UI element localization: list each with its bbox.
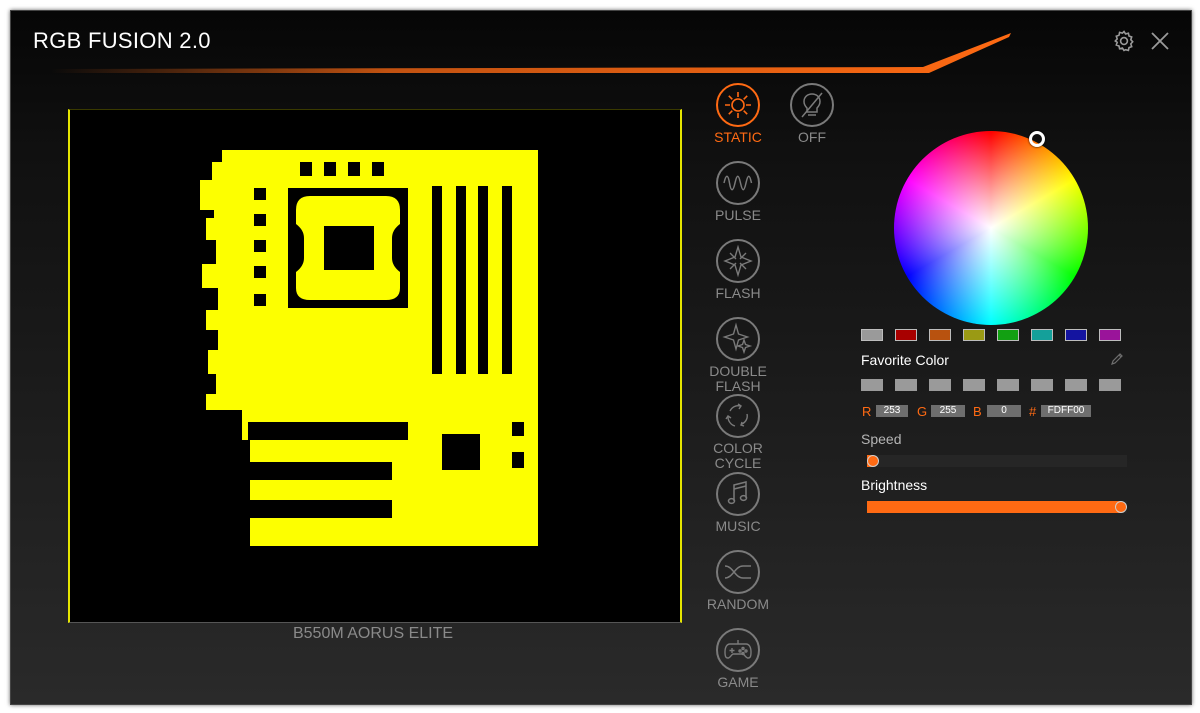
favorite-slot[interactable] [929, 379, 951, 391]
gamepad-icon [724, 640, 752, 659]
red-value-field[interactable]: 253 [876, 405, 908, 417]
mode-off[interactable]: OFF [767, 83, 857, 145]
wave-icon [723, 175, 753, 191]
mode-random-circle [716, 550, 760, 594]
favorite-slot[interactable] [963, 379, 985, 391]
preset-color-gray[interactable] [861, 329, 883, 341]
light-off-icon [801, 92, 823, 118]
green-label: G [917, 404, 928, 419]
close-button[interactable] [1148, 29, 1172, 53]
favorite-slot[interactable] [861, 379, 883, 391]
preset-color-orange[interactable] [929, 329, 951, 341]
mode-pulse-circle [716, 161, 760, 205]
motherboard-preview [68, 109, 682, 623]
mode-game[interactable]: GAME [693, 628, 783, 690]
color-wheel-center [894, 131, 1088, 325]
preset-color-teal[interactable] [1031, 329, 1053, 341]
brightness-label: Brightness [861, 477, 928, 493]
brightness-slider-thumb[interactable] [1115, 501, 1127, 513]
close-icon [1151, 32, 1169, 50]
mode-pulse-label: PULSE [715, 207, 761, 223]
mode-color-cycle-circle [716, 394, 760, 438]
mode-flash-circle [716, 239, 760, 283]
mode-random[interactable]: RANDOM [693, 550, 783, 612]
mode-pulse[interactable]: PULSE [693, 161, 783, 223]
mode-double-flash[interactable]: DOUBLE FLASH [693, 317, 783, 394]
mode-game-circle [716, 628, 760, 672]
preset-color-green[interactable] [997, 329, 1019, 341]
cycle-arrows-icon [725, 403, 748, 427]
speed-slider-thumb[interactable] [867, 455, 879, 467]
mode-color-cycle[interactable]: COLOR CYCLE [693, 394, 783, 471]
sun-icon [725, 92, 751, 118]
favorite-slot[interactable] [895, 379, 917, 391]
preset-color-olive[interactable] [963, 329, 985, 341]
brightness-slider-fill [867, 501, 1121, 513]
gear-icon [1114, 30, 1134, 52]
app-title: RGB FUSION 2.0 [33, 28, 211, 53]
mode-music-label: MUSIC [715, 518, 761, 534]
edit-favorite-button[interactable] [1109, 351, 1125, 367]
preset-color-blue[interactable] [1065, 329, 1087, 341]
color-wheel-handle[interactable] [1029, 131, 1045, 147]
mode-color-cycle-label: COLOR CYCLE [713, 440, 763, 471]
model-name: B550M AORUS ELITE [292, 625, 454, 642]
pencil-icon [1111, 353, 1123, 365]
mode-flash-label: FLASH [715, 285, 761, 301]
favorite-slot[interactable] [1099, 379, 1121, 391]
speed-slider[interactable] [867, 455, 1127, 467]
star-burst-icon [723, 244, 753, 278]
settings-button[interactable] [1112, 29, 1136, 53]
app-window: RGB FUSION 2.0 B550M AORUS ELITE STATIC … [10, 10, 1192, 705]
blue-label: B [973, 404, 982, 419]
red-label: R [862, 404, 872, 419]
mode-off-label: OFF [798, 129, 826, 145]
favorite-slot[interactable] [997, 379, 1019, 391]
motherboard-graphic [200, 150, 538, 546]
mode-off-circle [790, 83, 834, 127]
hex-value-field[interactable]: FDFF00 [1041, 405, 1091, 417]
favorite-slot[interactable] [1031, 379, 1053, 391]
brightness-slider[interactable] [867, 501, 1127, 513]
mode-flash[interactable]: FLASH [693, 239, 783, 301]
mode-random-label: RANDOM [706, 596, 770, 612]
shuffle-icon [724, 565, 751, 579]
preset-color-red[interactable] [895, 329, 917, 341]
mode-double-flash-label: DOUBLE FLASH [709, 363, 767, 394]
speed-label: Speed [861, 431, 902, 447]
hex-label: # [1029, 404, 1037, 419]
music-note-icon [727, 481, 748, 505]
mode-double-flash-circle [716, 317, 760, 361]
blue-value-field[interactable]: 0 [987, 405, 1021, 417]
double-star-icon [722, 322, 753, 355]
preset-color-purple[interactable] [1099, 329, 1121, 341]
mode-music-circle [716, 472, 760, 516]
favorite-slot[interactable] [1065, 379, 1087, 391]
green-value-field[interactable]: 255 [931, 405, 965, 417]
favorite-color-label: Favorite Color [861, 352, 949, 368]
color-wheel[interactable] [894, 131, 1088, 325]
mode-game-label: GAME [717, 674, 759, 690]
mode-music[interactable]: MUSIC [693, 472, 783, 534]
mode-static-circle [716, 83, 760, 127]
